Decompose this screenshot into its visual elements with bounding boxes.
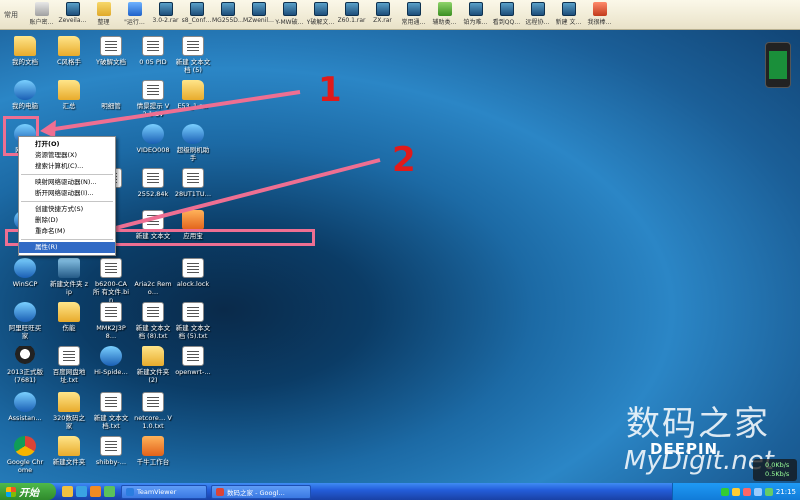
- network-speed-meter: 0.0Kb/s 0.5Kb/s: [753, 459, 797, 481]
- menu-item[interactable]: 打开(O): [19, 139, 115, 150]
- start-button[interactable]: 开始: [0, 483, 56, 500]
- menu-separator: [21, 239, 113, 240]
- tray-app-icon[interactable]: [764, 487, 773, 496]
- menu-item[interactable]: 映射网络驱动器(N)...: [19, 177, 115, 188]
- download-speed: 0.5Kb/s: [765, 470, 790, 478]
- task-icon: [216, 487, 224, 496]
- task-icon: [126, 487, 134, 496]
- taskbar-button[interactable]: 数码之家 - Googl…: [211, 484, 311, 499]
- ie-icon[interactable]: [76, 486, 87, 497]
- start-label: 开始: [19, 488, 39, 499]
- menu-item[interactable]: 搜索计算机(C)...: [19, 161, 115, 172]
- menu-separator: [21, 174, 113, 175]
- tray-network-icon[interactable]: [720, 487, 729, 496]
- arrow-2: [99, 158, 381, 234]
- tray-volume-icon[interactable]: [731, 487, 740, 496]
- taskbar-button-label: 数码之家 - Googl…: [227, 488, 285, 497]
- menu-item[interactable]: 创建快捷方式(S): [19, 204, 115, 215]
- annotation-number-2: 2: [392, 140, 416, 180]
- upload-speed: 0.0Kb/s: [765, 461, 790, 469]
- taskbar-button-label: TeamViewer: [137, 487, 177, 496]
- player-icon[interactable]: [90, 486, 101, 497]
- wifi-icon: [769, 51, 787, 79]
- app-icon[interactable]: [104, 486, 115, 497]
- menu-item[interactable]: 属性(R): [19, 242, 115, 253]
- windows-logo-icon: [6, 486, 16, 497]
- wallpaper-site: MyDigit.net: [624, 446, 774, 476]
- annotation-number-1: 1: [318, 70, 342, 110]
- phone-widget[interactable]: [765, 42, 791, 88]
- taskbar: 开始 TeamViewer 数码之家 - Googl… 21:15: [0, 483, 800, 500]
- taskbar-button[interactable]: TeamViewer: [121, 484, 207, 499]
- context-menu: 打开(O) 资源管理器(X) 搜索计算机(C)... 映射网络驱动器(N)... 断开网…: [18, 136, 116, 256]
- tray-security-icon[interactable]: [742, 487, 751, 496]
- system-tray: 21:15: [672, 483, 800, 500]
- taskbar-quick-launch: [56, 486, 121, 497]
- menu-item[interactable]: 断开网络驱动器(I)...: [19, 188, 115, 199]
- menu-item[interactable]: 重命名(M): [19, 226, 115, 237]
- menu-item[interactable]: 资源管理器(X): [19, 150, 115, 161]
- menu-item[interactable]: 删除(D): [19, 215, 115, 226]
- arrow-1: [47, 90, 301, 132]
- wallpaper-brand: 数码之家: [626, 404, 770, 444]
- clock: 21:15: [775, 487, 796, 496]
- tray-ime-icon[interactable]: [753, 487, 762, 496]
- show-desktop-icon[interactable]: [62, 486, 73, 497]
- menu-separator: [21, 201, 113, 202]
